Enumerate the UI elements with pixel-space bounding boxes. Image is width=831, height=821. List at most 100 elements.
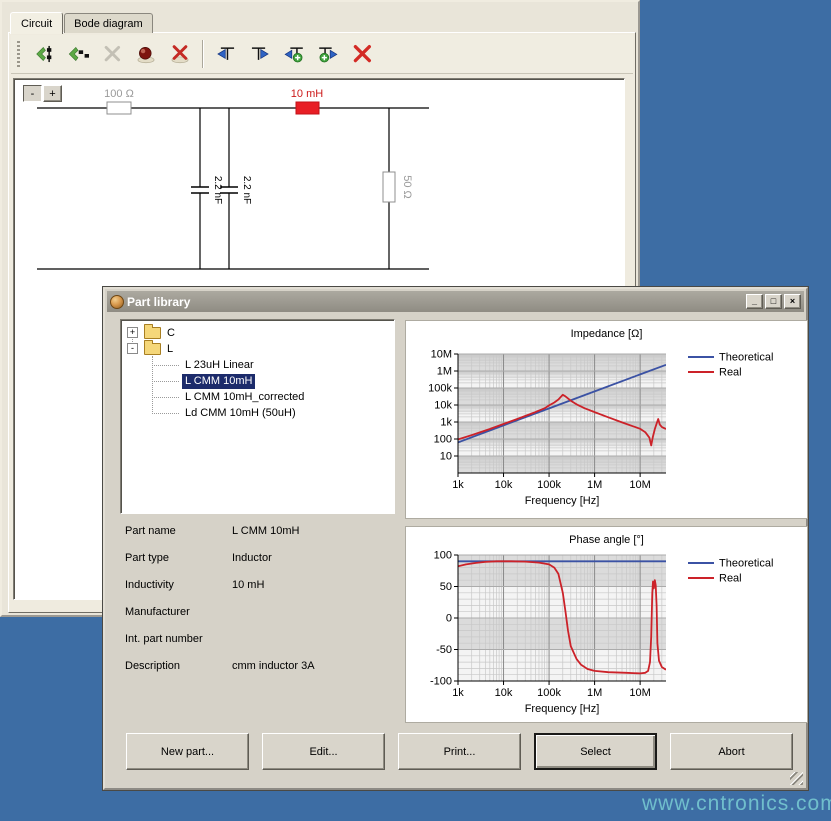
dialog-title: Part library (127, 295, 744, 309)
delete-part-button-disabled[interactable] (95, 39, 129, 69)
impedance-chart-panel: 101001k10k100k1M10M1k10k100k1M10MImpedan… (405, 320, 808, 519)
detail-value: 10 mH (232, 579, 264, 591)
svg-text:Theoretical: Theoretical (719, 558, 773, 570)
delete-node-icon (351, 41, 373, 67)
svg-text:10k: 10k (495, 687, 513, 699)
series-resistor-label: 100 Ω (104, 88, 134, 100)
svg-text:100k: 100k (428, 383, 452, 395)
part-tree[interactable]: + C - L L 23uH Linear L CMM 10mH L CMM 1… (120, 319, 395, 514)
select-button[interactable]: Select (534, 733, 657, 770)
impedance-chart: 101001k10k100k1M10M1k10k100k1M10MImpedan… (406, 321, 807, 518)
folder-label: C (167, 327, 175, 339)
insert-series-part-button[interactable] (27, 39, 61, 69)
folder-icon (144, 327, 161, 339)
detail-label: Manufacturer (125, 606, 190, 618)
zoom-out-button[interactable]: - (23, 85, 42, 102)
folder-icon (144, 343, 161, 355)
abort-button[interactable]: Abort (670, 733, 793, 770)
detail-label: Part type (125, 552, 169, 564)
tab-circuit[interactable]: Circuit (10, 12, 63, 34)
series-resistor-component[interactable]: 100 Ω (104, 88, 134, 114)
tree-item-l-cmm-10mh-corrected[interactable]: L CMM 10mH_corrected (182, 390, 307, 405)
inductor-component-selected[interactable]: 10 mH (291, 88, 323, 114)
detail-label: Inductivity (125, 579, 174, 591)
insert-series-part-icon (33, 41, 55, 67)
svg-text:-100: -100 (430, 676, 452, 688)
svg-text:Frequency [Hz]: Frequency [Hz] (525, 495, 600, 507)
add-node-left-icon (283, 41, 305, 67)
svg-text:1k: 1k (440, 417, 452, 429)
minimize-button[interactable]: _ (746, 294, 763, 309)
part-library-app-icon (110, 295, 124, 309)
maximize-button[interactable]: □ (765, 294, 782, 309)
tree-folder-c[interactable]: + C (127, 325, 175, 340)
remove-part-icon (169, 41, 191, 67)
node-right-button[interactable] (243, 39, 277, 69)
capacitor2-label: 2.2 nF (241, 176, 252, 204)
phase-chart: -100-500501001k10k100k1M10MPhase angle [… (406, 527, 807, 722)
svg-text:1k: 1k (452, 687, 464, 699)
tree-folder-l[interactable]: - L (127, 341, 173, 356)
load-resistor-label: 50 Ω (401, 175, 413, 199)
part-library-dialog: Part library _ □ × + C - L L 23uH Linear… (103, 287, 808, 790)
remove-part-button[interactable] (163, 39, 197, 69)
svg-text:50: 50 (440, 581, 452, 593)
svg-text:100: 100 (434, 550, 452, 562)
tree-item-ld-cmm-10mh[interactable]: Ld CMM 10mH (50uH) (182, 406, 299, 421)
simulate-sphere-icon (135, 41, 157, 67)
tree-connector (152, 397, 179, 398)
toolbar-grip[interactable] (17, 41, 20, 67)
svg-text:Phase angle [°]: Phase angle [°] (569, 534, 644, 546)
tree-item-l-cmm-10mh-selected[interactable]: L CMM 10mH (182, 374, 255, 389)
dialog-titlebar[interactable]: Part library _ □ × (107, 291, 804, 312)
insert-parallel-part-icon (67, 41, 89, 67)
svg-text:-50: -50 (436, 644, 452, 656)
resize-grip[interactable] (790, 772, 803, 785)
delete-node-button[interactable] (345, 39, 379, 69)
add-node-right-icon (317, 41, 339, 67)
svg-text:1M: 1M (587, 479, 602, 491)
detail-value: L CMM 10mH (232, 525, 299, 537)
svg-text:100k: 100k (537, 479, 561, 491)
simulate-button[interactable] (129, 39, 163, 69)
svg-text:10: 10 (440, 451, 452, 463)
detail-label: Part name (125, 525, 176, 537)
edit-button[interactable]: Edit... (262, 733, 385, 770)
close-button[interactable]: × (784, 294, 801, 309)
expand-icon[interactable]: + (127, 327, 138, 338)
detail-label: Description (125, 660, 180, 672)
node-left-button[interactable] (209, 39, 243, 69)
detail-label: Int. part number (125, 633, 203, 645)
add-node-left-button[interactable] (277, 39, 311, 69)
capacitor2-component[interactable]: 2.2 nF (220, 176, 252, 204)
insert-parallel-part-button[interactable] (61, 39, 95, 69)
print-button[interactable]: Print... (398, 733, 521, 770)
svg-text:10k: 10k (495, 479, 513, 491)
zoom-in-button[interactable]: + (43, 85, 62, 102)
svg-text:0: 0 (446, 613, 452, 625)
load-resistor-component[interactable]: 50 Ω (383, 172, 413, 202)
toolbar-separator (202, 40, 204, 68)
svg-text:10M: 10M (431, 349, 452, 361)
svg-text:1k: 1k (452, 479, 464, 491)
svg-text:Theoretical: Theoretical (719, 352, 773, 364)
tab-bode-diagram[interactable]: Bode diagram (64, 13, 153, 33)
node-left-icon (215, 41, 237, 67)
detail-value: cmm inductor 3A (232, 660, 315, 672)
capacitor1-component[interactable]: 2.2 nF (191, 176, 223, 204)
tree-connector (152, 413, 179, 414)
svg-text:1M: 1M (587, 687, 602, 699)
collapse-icon[interactable]: - (127, 343, 138, 354)
folder-label: L (167, 343, 173, 355)
svg-text:10M: 10M (629, 479, 650, 491)
new-part-button[interactable]: New part... (126, 733, 249, 770)
tab-bar: Circuit Bode diagram (10, 8, 154, 32)
svg-text:10M: 10M (629, 687, 650, 699)
phase-chart-panel: -100-500501001k10k100k1M10MPhase angle [… (405, 526, 808, 723)
svg-text:Frequency [Hz]: Frequency [Hz] (525, 703, 600, 715)
toolbar (11, 35, 633, 74)
delete-part-disabled-icon (101, 41, 123, 67)
tree-item-l-23uh-linear[interactable]: L 23uH Linear (182, 358, 257, 373)
add-node-right-button[interactable] (311, 39, 345, 69)
svg-text:Real: Real (719, 573, 742, 585)
